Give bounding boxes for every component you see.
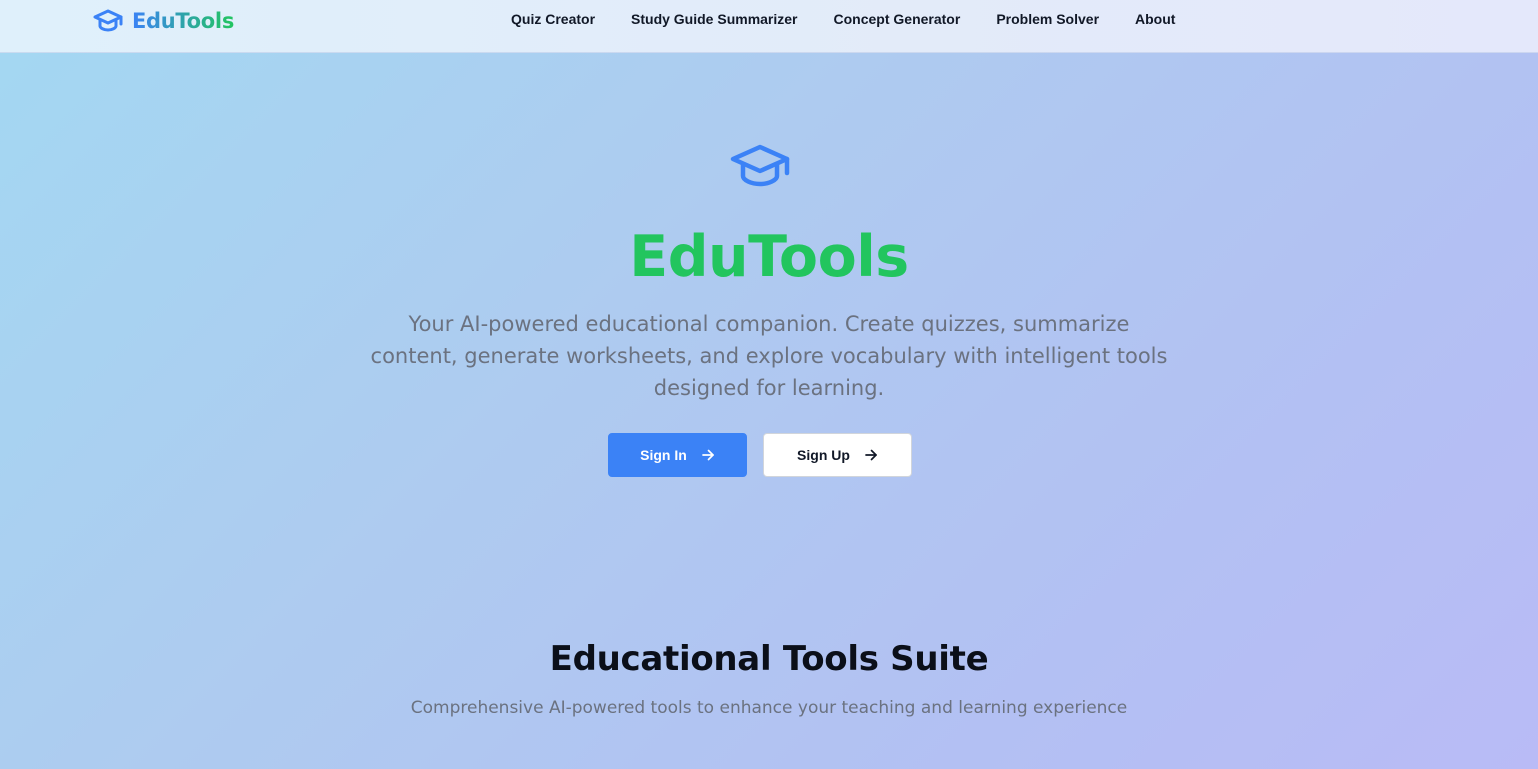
sign-up-button[interactable]: Sign Up xyxy=(763,433,912,477)
arrow-right-icon xyxy=(701,449,714,461)
tools-section-subtitle: Comprehensive AI-powered tools to enhanc… xyxy=(410,698,1128,718)
sign-in-label: Sign In xyxy=(640,447,687,463)
nav-link-study-guide-summarizer[interactable]: Study Guide Summarizer xyxy=(631,11,797,27)
sign-in-button[interactable]: Sign In xyxy=(608,433,747,477)
brand-name: EduTools xyxy=(132,9,235,33)
graduation-cap-icon xyxy=(93,9,123,32)
arrow-right-icon xyxy=(865,449,877,461)
nav-link-concept-generator[interactable]: Concept Generator xyxy=(834,11,961,27)
top-navbar: EduTools Quiz Creator Study Guide Summar… xyxy=(0,0,1538,53)
brand-logo-link[interactable]: EduTools xyxy=(92,7,234,35)
nav-link-problem-solver[interactable]: Problem Solver xyxy=(996,11,1099,27)
hero-subtitle: Your AI-powered educational companion. C… xyxy=(370,312,1168,400)
hero-title: EduTools xyxy=(629,224,909,290)
graduation-cap-icon xyxy=(730,144,790,187)
main-nav: Quiz Creator Study Guide Summarizer Conc… xyxy=(511,11,1175,27)
nav-link-about[interactable]: About xyxy=(1135,11,1175,27)
sign-up-label: Sign Up xyxy=(797,447,850,463)
nav-link-quiz-creator[interactable]: Quiz Creator xyxy=(511,11,595,27)
tools-section-title: Educational Tools Suite xyxy=(549,639,989,679)
